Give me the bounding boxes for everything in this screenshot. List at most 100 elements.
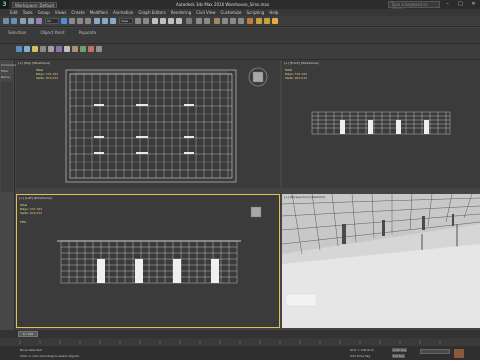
viewport-front[interactable]: [+] [Front] [Wireframe] Total Polys: 576… [282,60,480,188]
selection-region-icon[interactable] [77,18,83,24]
display-containers-icon[interactable] [80,46,86,52]
search-input[interactable]: Type a keyword or phrase [388,1,440,12]
auto-key-button[interactable]: Auto Key [392,348,408,352]
undo-icon[interactable] [3,18,9,24]
front-wireframe [311,111,451,135]
perspective-render [282,194,480,328]
grid-readout: Grid = 100,0cm [350,348,374,352]
app-logo-icon[interactable]: 3 [0,0,9,9]
named-selection-icon[interactable] [186,18,192,24]
ribbon-tab-selection[interactable]: Selection [8,30,26,35]
layer-explorer-icon[interactable] [214,18,220,24]
selection-status: None Selected [20,348,42,352]
menu-civil-view[interactable]: Civil View [196,10,215,15]
material-editor-icon[interactable] [247,18,253,24]
title-bar: 3 Workspace: Default Autodesk 3ds Max 20… [0,0,480,12]
menu-tools[interactable]: Tools [23,10,33,15]
left-wireframe [57,206,262,284]
scene-explorer-panel: Command Filter Name [0,60,17,330]
window-title: Autodesk 3ds Max 2016 Warehouse_Sims.max [176,2,270,7]
rotate-icon[interactable] [102,18,108,24]
select-manipulate-icon[interactable] [143,18,149,24]
render-production-icon[interactable] [272,18,278,24]
track-bar[interactable] [0,338,480,346]
ribbon-tab-populate[interactable]: Populate [79,30,96,35]
schematic-view-icon[interactable] [238,18,244,24]
bind-space-warp-icon[interactable] [36,18,42,24]
panel-label-filter: Filter [1,69,9,73]
status-bar: None Selected Click or click-and-drag to… [0,346,480,360]
explorer-list[interactable] [1,82,13,192]
unlink-icon[interactable] [28,18,34,24]
snaps-toggle-icon[interactable] [152,18,158,24]
display-bones-icon[interactable] [72,46,78,52]
viewport-left[interactable]: [+] [Left] [Wireframe] Total Polys: 576 … [16,194,280,328]
display-all-icon[interactable] [96,46,102,52]
menu-views[interactable]: Views [55,10,67,15]
reference-coordinate-dropdown[interactable]: View [119,18,133,24]
play-controls[interactable] [420,349,450,354]
scene-explorer-toolbar [0,36,480,60]
workspace-dropdown[interactable]: Workspace: Default [12,1,58,8]
pivot-icon[interactable] [135,18,141,24]
time-slider[interactable]: 0 / 100 [0,330,480,338]
curve-editor-icon[interactable] [230,18,236,24]
graphite-ribbon-icon[interactable] [222,18,228,24]
percent-snap-icon[interactable] [168,18,174,24]
redo-icon[interactable] [11,18,17,24]
menu-customize[interactable]: Customize [221,10,242,15]
spinner-snap-icon[interactable] [176,18,182,24]
prompt-line: Click or click-and-drag to select object… [20,354,80,358]
display-xrefs-icon[interactable] [88,46,94,52]
menu-scripting[interactable]: Scripting [247,10,265,15]
close-icon[interactable]: ✕ [467,0,480,9]
rendered-frame-icon[interactable] [264,18,270,24]
menu-animation[interactable]: Animation [113,10,133,15]
panel-label-name: Name [1,75,10,79]
menu-bar: Edit Tools Group Views Create Modifiers … [0,9,480,16]
set-key-button[interactable]: Set Key [392,354,406,358]
display-cameras-icon[interactable] [40,46,46,52]
display-helpers-icon[interactable] [48,46,54,52]
main-toolbar: All View [0,16,480,27]
menu-graph-editors[interactable]: Graph Editors [138,10,165,15]
panel-label-command: Command [1,63,17,67]
maximize-icon[interactable]: □ [454,0,467,9]
window-controls: – □ ✕ [441,0,480,9]
align-icon[interactable] [204,18,210,24]
viewcube-icon[interactable] [248,67,268,87]
ribbon-panel [0,36,480,44]
ribbon-tab-object-paint[interactable]: Object Paint [40,30,64,35]
display-spacewarps-icon[interactable] [56,46,62,52]
time-slider-thumb[interactable]: 0 / 100 [18,331,38,337]
display-shapes-icon[interactable] [24,46,30,52]
track-bar-ticks [19,340,441,344]
menu-edit[interactable]: Edit [10,10,18,15]
select-object-icon[interactable] [61,18,67,24]
viewcube-icon[interactable] [250,206,262,218]
move-icon[interactable] [94,18,100,24]
menu-rendering[interactable]: Rendering [171,10,191,15]
angle-snap-icon[interactable] [160,18,166,24]
render-setup-icon[interactable] [256,18,262,24]
select-by-name-icon[interactable] [69,18,75,24]
link-icon[interactable] [20,18,26,24]
scale-icon[interactable] [110,18,116,24]
set-key-icon[interactable] [454,349,464,358]
menu-modifiers[interactable]: Modifiers [90,10,108,15]
viewport-label[interactable]: [+] [Perspective] [Realistic] [284,195,325,199]
menu-create[interactable]: Create [71,10,84,15]
menu-group[interactable]: Group [38,10,50,15]
viewport-top[interactable]: [+] [Top] [Wireframe] Total Polys: 576 1… [16,60,280,188]
display-lights-icon[interactable] [32,46,38,52]
viewport-perspective[interactable]: [+] [Perspective] [Realistic] [282,194,480,328]
mirror-icon[interactable] [196,18,202,24]
window-crossing-icon[interactable] [85,18,91,24]
display-geometry-icon[interactable] [16,46,22,52]
minimize-icon[interactable]: – [441,0,454,9]
add-time-tag-button[interactable]: Add Time Tag [350,354,370,358]
menu-help[interactable]: Help [269,10,278,15]
display-groups-icon[interactable] [64,46,70,52]
ribbon-tabs: Selection Object Paint Populate [0,28,480,36]
selection-filter-dropdown[interactable]: All [45,18,59,24]
